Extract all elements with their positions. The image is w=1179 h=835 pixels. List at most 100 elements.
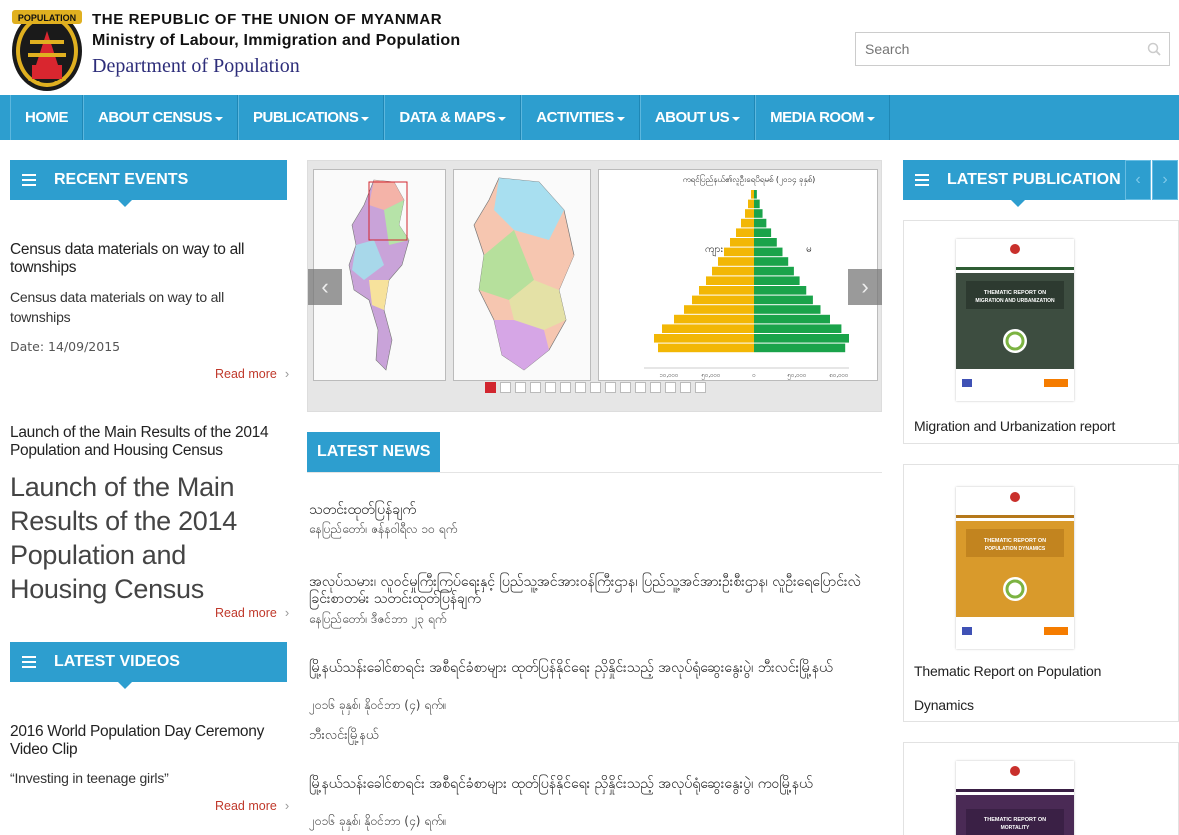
slider-dot[interactable] (665, 382, 676, 393)
svg-text:POPULATION DYNAMICS: POPULATION DYNAMICS (985, 546, 1046, 552)
pyramid-female-bar (754, 257, 789, 266)
population-pyramid-chart: ကရင်ပြည်နယ်၏လူဦးရေပိရမစ် (၂၀၁၄ ခုနှစ်) က… (598, 169, 878, 381)
event-date: Date: 14/09/2015 (10, 339, 121, 354)
pyramid-female-bar (754, 305, 821, 314)
pyramid-male-bar (736, 228, 754, 237)
event-big-title: Launch of the Main Results of the 2014 P… (10, 472, 237, 604)
news-date: ၂၀၁၆ ခုနှစ်၊ နိုဝင်ဘာ (၄) ရက်။ (309, 814, 447, 828)
nav-about-us[interactable]: ABOUT US (639, 95, 756, 140)
chevron-right-icon: › (284, 605, 290, 620)
pyramid-female-bar (754, 209, 763, 218)
pyramid-female-bar (754, 286, 807, 295)
pyramid-female-bar (754, 343, 846, 353)
divider (307, 472, 882, 473)
slider-prev-button[interactable]: ‹ (308, 269, 342, 305)
pyramid-male-bar (658, 343, 754, 353)
latest-news-header: LATEST NEWS (307, 432, 440, 472)
search-input[interactable] (856, 33, 1136, 65)
menu-icon (915, 174, 929, 186)
nav-media-room[interactable]: MEDIA ROOM (755, 95, 890, 140)
publication-prev-button[interactable]: ‹ (1125, 160, 1151, 200)
news-date: နေပြည်တော်၊ ဒီဇင်ဘာ ၂၃ ရက် (309, 612, 447, 626)
news-title[interactable]: သတင်းထုတ်ပြန်ချက် (309, 502, 879, 519)
nav-data-maps[interactable]: DATA & MAPS (384, 95, 522, 140)
read-more-link[interactable]: Read more › (215, 605, 289, 620)
logo-text: POPULATION (18, 13, 76, 23)
slider-dot[interactable] (500, 382, 511, 393)
caret-down-icon (866, 116, 875, 121)
read-more-link[interactable]: Read more › (215, 366, 289, 381)
menu-icon (22, 656, 36, 668)
video-title[interactable]: 2016 World Population Day Ceremony Video… (10, 723, 290, 759)
nav-activities[interactable]: ACTIVITIES (521, 95, 640, 140)
news-title[interactable]: အလုပ်သမား၊ လူဝင်မှုကြီးကြပ်ရေးနှင့် ပြည်… (309, 574, 879, 608)
slider-dot[interactable] (560, 382, 571, 393)
slider-dot[interactable] (545, 382, 556, 393)
news-date: နေပြည်တော်၊ ဇန်နဝါရီလ ၁၀ ရက် (309, 522, 458, 536)
chevron-right-icon: › (861, 274, 869, 299)
pyramid-male-bar (699, 286, 754, 295)
x-tick: ၅၀,၀၀၀ (787, 372, 807, 380)
event-title[interactable]: Launch of the Main Results of the 2014 P… (10, 424, 290, 460)
news-location: ဘီးလင်းမြို့နယ် (309, 728, 379, 743)
pyramid-female-bar (754, 238, 777, 247)
slider-dot[interactable] (650, 382, 661, 393)
pyramid-male-bar (662, 324, 754, 333)
pyramid-male-bar (741, 218, 754, 228)
slider-dot[interactable] (485, 382, 496, 393)
state-map-image (453, 169, 591, 381)
search-icon[interactable] (1147, 42, 1161, 56)
publication-card[interactable]: THEMATIC REPORT ON POPULATION DYNAMICS T… (903, 464, 1179, 722)
menu-icon (22, 174, 36, 186)
x-tick: ၁၀,၀၀၀ (659, 372, 679, 379)
slider-dot[interactable] (605, 382, 616, 393)
news-title[interactable]: မြို့နယ်သန်းခေါင်စာရင်း အစီရင်ခံစာများ ထ… (309, 660, 879, 677)
publication-cover: THEMATIC REPORT ON MORTALITY (956, 761, 1074, 835)
latest-videos-header: LATEST VIDEOS (10, 642, 287, 689)
pyramid-male-bar (684, 305, 754, 314)
svg-text:THEMATIC REPORT ON: THEMATIC REPORT ON (984, 538, 1046, 544)
pyramid-male-bar (718, 257, 754, 266)
slider-dot[interactable] (635, 382, 646, 393)
nav-home[interactable]: HOME (10, 95, 83, 140)
nav-about-census[interactable]: ABOUT CENSUS (83, 95, 239, 140)
slider-next-button[interactable]: › (848, 269, 882, 305)
publication-cover: THEMATIC REPORT ON POPULATION DYNAMICS (956, 487, 1074, 649)
news-title[interactable]: မြို့နယ်သန်းခေါင်စာရင်း အစီရင်ခံစာများ ထ… (309, 776, 879, 793)
pyramid-female-bar (754, 218, 767, 228)
chevron-left-icon: ‹ (321, 274, 329, 299)
slider-dot[interactable] (590, 382, 601, 393)
video-description: “Investing in teenage girls” (10, 770, 169, 786)
pyramid-male-bar (751, 190, 754, 199)
slider-dot[interactable] (680, 382, 691, 393)
slider-dot[interactable] (575, 382, 586, 393)
read-more-link[interactable]: Read more › (215, 798, 289, 813)
department-title: Department of Population (92, 55, 300, 77)
svg-text:THEMATIC REPORT ON: THEMATIC REPORT ON (984, 290, 1046, 296)
svg-text:THEMATIC REPORT ON: THEMATIC REPORT ON (984, 817, 1046, 823)
slider-dot[interactable] (695, 382, 706, 393)
caret-down-icon (732, 116, 741, 121)
publication-card[interactable]: THEMATIC REPORT ON MORTALITY (903, 742, 1179, 835)
chevron-right-icon: › (284, 798, 290, 813)
pyramid-female-bar (754, 228, 772, 237)
slider-dot[interactable] (620, 382, 631, 393)
pyramid-female-bar (754, 334, 849, 343)
pyramid-female-bar (754, 276, 800, 285)
pyramid-female-bar (754, 190, 757, 199)
publication-title: Migration and Urbanization report (914, 418, 1116, 434)
slider-dot[interactable] (530, 382, 541, 393)
svg-text:MORTALITY: MORTALITY (1001, 825, 1030, 831)
publication-card[interactable]: THEMATIC REPORT ON MIGRATION AND URBANIZ… (903, 220, 1179, 444)
event-title[interactable]: Census data materials on way to all town… (10, 241, 280, 277)
chevron-right-icon: › (1162, 171, 1168, 188)
publication-next-button[interactable]: › (1152, 160, 1178, 200)
nav-publications[interactable]: PUBLICATIONS (238, 95, 385, 140)
republic-title: THE REPUBLIC OF THE UNION OF MYANMAR (92, 11, 443, 28)
department-logo[interactable]: POPULATION (10, 5, 84, 93)
pyramid-female-bar (754, 266, 794, 276)
slider-dot[interactable] (515, 382, 526, 393)
publication-cover: THEMATIC REPORT ON MIGRATION AND URBANIZ… (956, 239, 1074, 401)
pyramid-male-bar (692, 295, 754, 305)
publication-title: Thematic Report on Population Dynamics (914, 663, 1102, 713)
